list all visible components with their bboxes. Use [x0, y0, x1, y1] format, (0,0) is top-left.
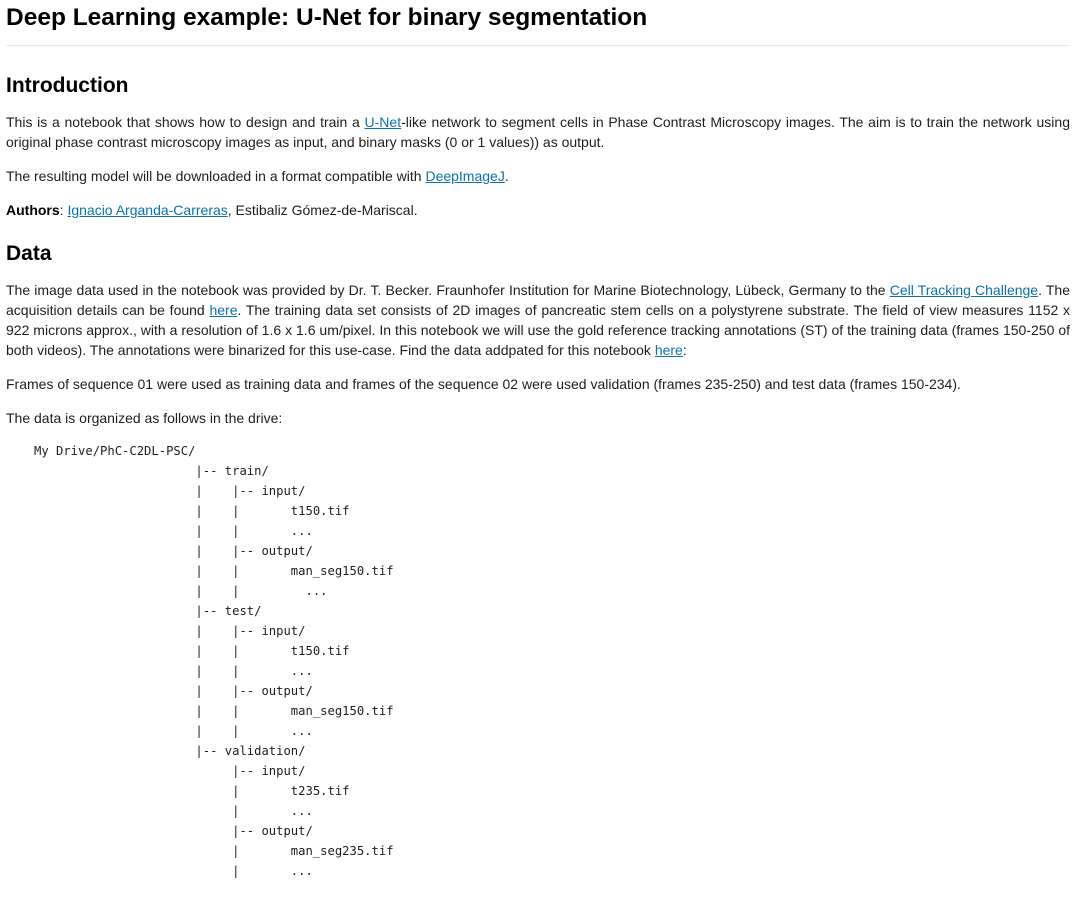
model-paragraph: The resulting model will be downloaded i… [6, 166, 1070, 186]
author-link[interactable]: Ignacio Arganda-Carreras [67, 202, 227, 218]
data-source-paragraph: The image data used in the notebook was … [6, 280, 1070, 360]
data-text-4: : [682, 342, 687, 358]
authors-paragraph: Authors: Ignacio Arganda-Carreras, Estib… [6, 200, 1070, 220]
notebook-page: Deep Learning example: U-Net for binary … [0, 0, 1076, 881]
adapted-data-link[interactable]: here [655, 342, 683, 358]
intro-text-before: This is a notebook that shows how to des… [6, 114, 365, 130]
page-title: Deep Learning example: U-Net for binary … [6, 0, 1070, 46]
authors-label: Authors [6, 202, 60, 218]
organization-paragraph: The data is organized as follows in the … [6, 410, 283, 426]
acquisition-details-link[interactable]: here [209, 302, 237, 318]
data-text-1: The image data used in the notebook was … [6, 282, 890, 298]
directory-tree-code-block: My Drive/PhC-C2DL-PSC/ |-- train/ | |-- … [34, 444, 394, 878]
intro-paragraph: This is a notebook that shows how to des… [6, 112, 1070, 152]
cell-tracking-challenge-link[interactable]: Cell Tracking Challenge [890, 282, 1038, 298]
deepimagej-link[interactable]: DeepImageJ [425, 168, 504, 184]
section-heading-introduction: Introduction [6, 74, 129, 97]
frames-paragraph: Frames of sequence 01 were used as train… [6, 376, 961, 392]
unet-link[interactable]: U-Net [365, 114, 402, 130]
model-text-after: . [504, 168, 509, 184]
section-heading-data: Data [6, 242, 52, 265]
model-text-before: The resulting model will be downloaded i… [6, 168, 426, 184]
authors-rest: , Estibaliz Gómez-de-Mariscal. [227, 202, 418, 218]
